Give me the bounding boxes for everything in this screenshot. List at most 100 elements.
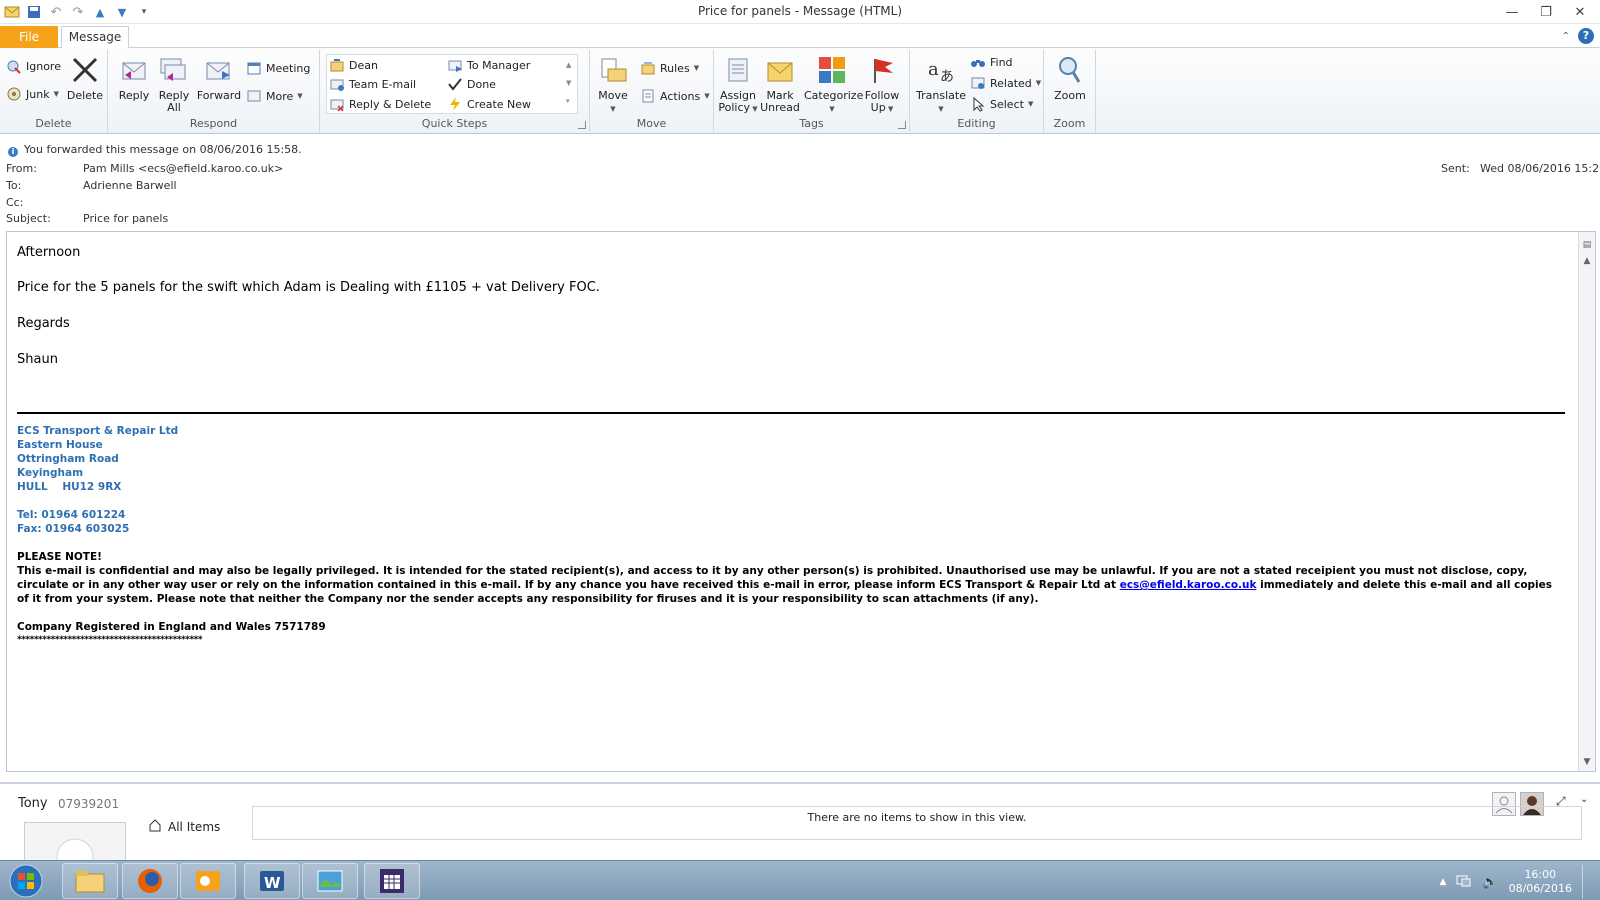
from-label: From: <box>6 162 37 175</box>
quick-steps-scroll[interactable]: ▲ ▼ ▾ <box>566 56 571 110</box>
to-label: To: <box>6 179 22 192</box>
chevron-down-icon: ▼ <box>693 64 700 72</box>
scroll-up-icon[interactable]: ▲ <box>1582 256 1592 266</box>
group-label-move: Move <box>636 117 667 130</box>
quick-step-reply-delete[interactable]: Reply & Delete <box>329 94 431 114</box>
rules-button[interactable]: Rules ▼ <box>640 58 699 78</box>
minimize-ribbon-icon[interactable]: ⌃ <box>1562 31 1570 42</box>
chevron-down-icon: ▼ <box>704 92 710 100</box>
taskbar-photo-viewer[interactable] <box>302 863 358 899</box>
calendar-app-icon <box>380 869 404 893</box>
categorize-button[interactable]: Categorize ▼ <box>804 54 863 115</box>
all-items-link[interactable]: All Items <box>148 818 220 835</box>
window-controls: — ❐ ✕ <box>1500 2 1592 22</box>
follow-up-button[interactable]: Follow Up ▼ <box>862 54 902 115</box>
message-body[interactable]: Afternoon Price for the 5 panels for the… <box>6 231 1596 772</box>
minimize-button[interactable]: — <box>1500 2 1524 22</box>
forward-button[interactable]: Forward <box>196 54 242 102</box>
scroll-down-icon[interactable]: ▼ <box>1582 757 1592 767</box>
ignore-icon <box>6 58 22 74</box>
sent-value: Wed 08/06/2016 15:29 <box>1480 162 1600 175</box>
quick-step-to-manager[interactable]: To Manager <box>447 55 530 75</box>
contact-large-avatar <box>24 822 126 862</box>
window-title: Price for panels - Message (HTML) <box>697 4 903 18</box>
contact-name[interactable]: Tony <box>18 796 48 811</box>
people-items-view: There are no items to show in this view. <box>252 806 1582 840</box>
assign-policy-button[interactable]: Assign Policy ▼ <box>718 54 758 115</box>
photo-viewer-icon <box>317 870 343 892</box>
tray-expand-icon[interactable]: ▲ <box>1439 877 1446 887</box>
clock[interactable]: 16:00 08/06/2016 <box>1509 868 1572 896</box>
reply-button[interactable]: Reply <box>114 54 154 102</box>
related-button[interactable]: Related ▼ <box>970 73 1041 93</box>
help-icon[interactable]: ? <box>1578 28 1594 44</box>
delete-button[interactable]: Delete <box>66 54 104 102</box>
more-icon <box>246 88 262 104</box>
group-respond: Reply Reply All Forward Meeting More ▼ R… <box>108 50 320 132</box>
quick-step-team-email[interactable]: Team E-mail <box>329 74 416 94</box>
outlook-icon <box>196 871 220 891</box>
group-tags: Assign Policy ▼ Mark Unread Categorize ▼ … <box>714 50 910 132</box>
forward-to-manager-icon <box>447 57 463 73</box>
ribbon: Ignore Junk ▼ Delete Delete Reply Reply … <box>0 48 1600 134</box>
group-editing: aあ Translate ▼ Find Related ▼ Select ▼ Ed… <box>910 50 1044 132</box>
translate-button[interactable]: aあ Translate ▼ <box>914 54 968 115</box>
group-label-quick-steps: Quick Steps <box>421 117 488 130</box>
svg-text:あ: あ <box>940 69 954 85</box>
body-scrollbar[interactable]: ▤ ▲ ▼ <box>1578 232 1595 771</box>
body-regards: Regards <box>17 316 70 331</box>
group-label-delete: Delete <box>35 117 72 130</box>
network-icon[interactable] <box>1456 874 1472 891</box>
mark-unread-button[interactable]: Mark Unread <box>760 54 800 114</box>
actions-button[interactable]: Actions ▼ <box>640 86 710 106</box>
tab-file[interactable]: File <box>0 26 58 48</box>
delete-x-icon <box>69 54 101 86</box>
flag-icon <box>866 54 898 86</box>
translate-icon: aあ <box>925 54 957 86</box>
more-button[interactable]: More ▼ <box>246 86 303 106</box>
taskbar-explorer[interactable] <box>62 863 118 899</box>
stars-line: ****************************************… <box>17 635 203 645</box>
folder-icon <box>75 871 105 893</box>
maximize-button[interactable]: ❐ <box>1534 2 1558 22</box>
quick-step-create-new[interactable]: Create New <box>447 94 531 114</box>
subject-label: Subject: <box>6 212 51 225</box>
message-header: i You forwarded this message on 08/06/201… <box>0 134 1600 230</box>
close-button[interactable]: ✕ <box>1568 2 1592 22</box>
start-button[interactable] <box>4 862 48 900</box>
taskbar-word[interactable]: W <box>244 863 300 899</box>
junk-button[interactable]: Junk ▼ <box>6 84 59 104</box>
quick-step-dean[interactable]: Dean <box>329 55 378 75</box>
signature-fax: Fax: 01964 603025 <box>17 523 130 535</box>
collapse-pane-icon[interactable]: ⌄ <box>1580 794 1588 805</box>
volume-icon[interactable]: 🔈 <box>1482 875 1498 890</box>
select-button[interactable]: Select ▼ <box>970 94 1033 114</box>
move-to-folder-icon <box>329 57 345 73</box>
to-value[interactable]: Adrienne Barwell <box>83 179 177 192</box>
signature-address-1: Eastern House <box>17 439 103 451</box>
taskbar-firefox[interactable] <box>122 863 178 899</box>
taskbar-app[interactable] <box>364 863 420 899</box>
rules-icon <box>640 60 656 76</box>
tags-launcher-icon[interactable] <box>898 121 906 129</box>
move-button[interactable]: Move ▼ <box>596 54 630 115</box>
forward-icon <box>203 54 235 86</box>
chevron-down-icon: ▼ <box>297 92 303 100</box>
chevron-down-icon: ▼ <box>53 90 59 98</box>
show-desktop-button[interactable] <box>1582 865 1592 899</box>
from-value[interactable]: Pam Mills <ecs@efield.karoo.co.uk> <box>83 162 283 175</box>
meeting-button[interactable]: Meeting <box>246 58 310 78</box>
taskbar-outlook[interactable] <box>180 863 236 899</box>
tab-message[interactable]: Message <box>61 26 129 49</box>
scroll-options-icon[interactable]: ▤ <box>1582 240 1592 250</box>
group-label-respond: Respond <box>189 117 238 130</box>
zoom-button[interactable]: Zoom <box>1050 54 1090 102</box>
assign-policy-icon <box>722 54 754 86</box>
notice-email-link[interactable]: ecs@efield.karoo.co.uk <box>1120 579 1257 591</box>
find-button[interactable]: Find <box>970 52 1013 72</box>
ignore-button[interactable]: Ignore <box>6 56 61 76</box>
quick-step-done[interactable]: Done <box>447 74 496 94</box>
info-bar[interactable]: i You forwarded this message on 08/06/201… <box>8 143 302 157</box>
reply-all-button[interactable]: Reply All <box>154 54 194 114</box>
quick-steps-launcher-icon[interactable] <box>578 121 586 129</box>
